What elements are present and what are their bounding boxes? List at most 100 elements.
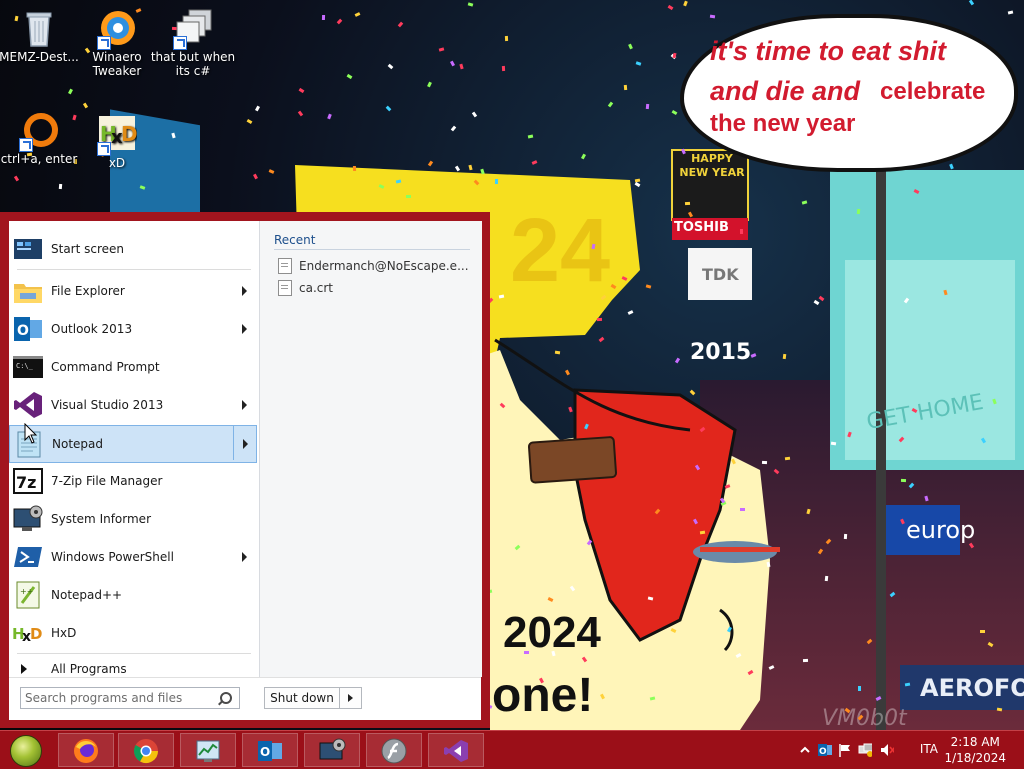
desktop-icon-label: MEMZ-Dest... (0, 50, 79, 64)
menu-item-system-informer[interactable]: System Informer (9, 501, 257, 537)
menu-item-label: Command Prompt (51, 360, 160, 374)
menu-item-powershell[interactable]: Windows PowerShell (9, 539, 257, 575)
volume-muted-icon[interactable] (880, 743, 894, 757)
file-explorer-icon (12, 275, 44, 307)
search-input[interactable] (21, 688, 219, 708)
confetti-piece (624, 84, 628, 90)
file-icon (278, 280, 292, 296)
recent-item[interactable]: Endermanch@NoEscape.e... (278, 256, 469, 276)
clock-date: 1/18/2024 (944, 751, 1006, 765)
flash-icon (381, 738, 407, 764)
wallpaper-one-text: one! (492, 669, 594, 722)
bubble-line-4: the new year (710, 110, 856, 137)
recent-item[interactable]: ca.crt (278, 278, 333, 298)
start-menu: Start screen File Explorer O Outlook 201… (0, 212, 490, 728)
sign-aero-text: AEROFOS (920, 674, 1024, 702)
network-icon[interactable] (858, 743, 872, 757)
menu-item-notepadpp[interactable]: ++ Notepad++ (9, 577, 257, 613)
search-box (20, 687, 240, 709)
confetti-piece (352, 165, 356, 171)
desktop-icon-label: that but when its c# (150, 50, 236, 78)
confetti-piece (802, 658, 809, 662)
sign-toshiba-text: TOSHIB (674, 220, 729, 235)
menu-item-label: 7-Zip File Manager (51, 474, 163, 488)
system-tray: O ITA 2:18 AM 1/18/2024 (784, 731, 1024, 769)
recent-item-label: Endermanch@NoEscape.e... (299, 259, 469, 273)
menu-item-notepad[interactable]: Notepad (9, 425, 257, 463)
language-indicator[interactable]: ITA (920, 742, 938, 756)
shortcut-arrow-icon (97, 142, 111, 156)
menu-item-7zip[interactable]: 7z 7-Zip File Manager (9, 463, 257, 499)
powershell-icon (12, 541, 44, 573)
wallpaper-watermark: VM0b0t (822, 706, 907, 730)
expand-arrow-icon (21, 664, 27, 674)
confetti-piece (597, 317, 603, 321)
ring-icon (19, 110, 59, 152)
hxd-icon: HxD (12, 617, 44, 649)
outlook-icon: O (12, 313, 44, 345)
desktop-icon-label: ctrl+a, enter (0, 152, 78, 166)
menu-item-hxd[interactable]: HxD HxD (9, 615, 257, 651)
taskbar-system-informer-button[interactable] (304, 733, 360, 767)
menu-item-label: HxD (51, 626, 77, 640)
confetti-piece (322, 14, 326, 20)
svg-text:D: D (30, 625, 42, 643)
svg-text:C:\_: C:\_ (16, 362, 34, 370)
visual-studio-icon (444, 740, 468, 762)
hat-number-text: 24 (510, 201, 611, 301)
taskbar-chrome-button[interactable] (118, 733, 174, 767)
taskbar-task-manager-button[interactable] (180, 733, 236, 767)
menu-item-label: Notepad++ (51, 588, 123, 602)
system-informer-icon (319, 738, 346, 760)
svg-text:++: ++ (20, 587, 33, 596)
shut-down-button[interactable]: Shut down (264, 687, 340, 709)
svg-text:7z: 7z (16, 473, 36, 492)
taskbar-outlook-button[interactable]: O (242, 733, 298, 767)
taskbar-firefox-button[interactable] (58, 733, 114, 767)
menu-item-label: File Explorer (51, 284, 125, 298)
recycle-bin-icon (19, 8, 59, 48)
desktop-icon-xd[interactable]: HxD xD (74, 114, 160, 170)
confetti-piece (740, 229, 744, 235)
svg-text:D: D (121, 122, 137, 146)
start-button[interactable] (10, 735, 42, 767)
visual-studio-icon (12, 389, 44, 421)
menu-separator (17, 269, 251, 270)
menu-item-command-prompt[interactable]: C:\_ Command Prompt (9, 349, 257, 385)
character-cigar (527, 436, 618, 484)
svg-text:O: O (17, 323, 29, 339)
command-prompt-icon: C:\_ (12, 351, 44, 383)
show-hidden-icon[interactable] (798, 743, 812, 757)
hxd-icon: HxD (97, 114, 138, 156)
mouse-cursor-icon (24, 423, 38, 444)
menu-item-start-screen[interactable]: Start screen (9, 231, 257, 267)
desktop-icon-winaero[interactable]: Winaero Tweaker (74, 8, 160, 78)
recent-item-label: ca.crt (299, 281, 334, 295)
confetti-piece (649, 695, 656, 701)
menu-item-visual-studio[interactable]: Visual Studio 2013 (9, 387, 257, 423)
menu-item-outlook[interactable]: O Outlook 2013 (9, 311, 257, 347)
desktop-icon-csharp[interactable]: that but when its c# (150, 8, 236, 78)
confetti-piece (762, 460, 768, 465)
submenu-arrow-button[interactable] (233, 426, 256, 460)
clock[interactable]: 2:18 AM 1/18/2024 (944, 734, 1006, 766)
confetti-piece (58, 183, 63, 189)
clock-time: 2:18 AM (950, 735, 1000, 749)
taskbar-flash-button[interactable] (366, 733, 422, 767)
menu-item-label: Outlook 2013 (51, 322, 133, 336)
submenu-arrow-icon (242, 552, 247, 562)
taskbar-visual-studio-button[interactable] (428, 733, 484, 767)
submenu-arrow-icon (243, 439, 248, 449)
sign-happy-text: HAPPY NEW YEAR (679, 152, 745, 179)
flag-icon[interactable] (838, 743, 852, 757)
notepadpp-icon: ++ (12, 579, 44, 611)
outlook-icon[interactable]: O (818, 743, 832, 757)
desktop-icon-memz[interactable]: MEMZ-Dest... (0, 8, 82, 64)
menu-item-file-explorer[interactable]: File Explorer (9, 273, 257, 309)
desktop-icon-ctrl-a[interactable]: ctrl+a, enter (0, 110, 82, 166)
search-icon[interactable] (220, 692, 232, 704)
menu-item-label: System Informer (51, 512, 152, 526)
confetti-piece (467, 1, 474, 7)
svg-text:O: O (260, 745, 270, 759)
shut-down-options-button[interactable] (340, 687, 362, 709)
